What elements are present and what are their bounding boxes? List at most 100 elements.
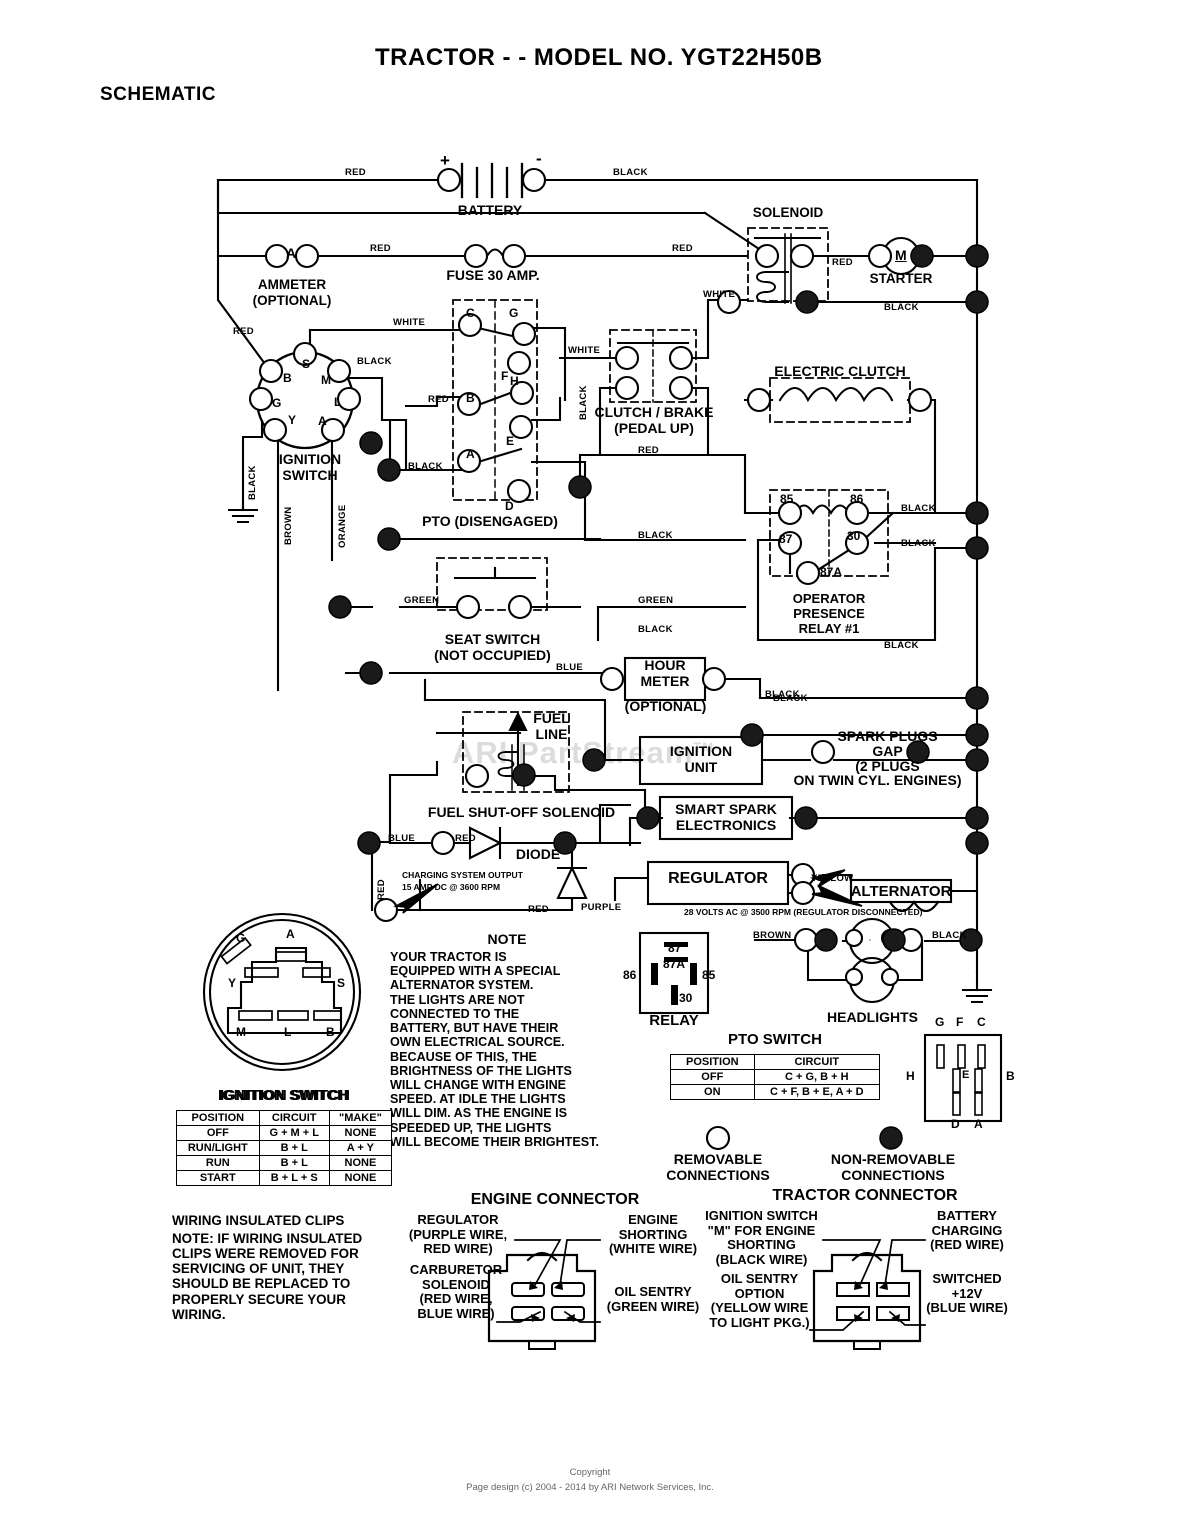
cell-make: NONE [328, 1170, 393, 1186]
hour-meter-optional: (OPTIONAL) [624, 698, 707, 714]
battery-minus-label: - [536, 149, 542, 168]
table-row: ON C + F, B + E, A + D [670, 1084, 881, 1100]
tractor-conn-bl-label: OIL SENTRY OPTION (YELLOW WIRE TO LIGHT … [709, 1271, 810, 1331]
col-circuit: CIRCUIT [753, 1054, 881, 1070]
wire-label-red-battery: RED [345, 167, 366, 178]
seat-switch-label: SEAT SWITCH [444, 631, 541, 647]
wire-label-black-relay1: BLACK [901, 503, 936, 514]
relay-box-pin-30: 30 [679, 991, 693, 1005]
seat-switch-label2: (NOT OCCUPIED) [434, 647, 551, 663]
ignition-unit-label2: UNIT [684, 759, 718, 775]
tractor-conn-tl-label: IGNITION SWITCH "M" FOR ENGINE SHORTING … [705, 1208, 818, 1268]
wire-label-red-fuse: RED [370, 243, 391, 254]
relay-pin-85: 85 [780, 492, 794, 506]
ignition-table-caption: IGNITION SWITCH [220, 1087, 350, 1104]
pto-conn-pin-H: H [906, 1069, 915, 1083]
table-row: START B + L + S NONE [176, 1170, 393, 1186]
cell-position: START [176, 1170, 260, 1186]
note-heading: NOTE [487, 931, 527, 947]
fuel-solenoid-label: FUEL SHUT-OFF SOLENOID [427, 804, 616, 820]
wire-label-blue-diode: BLUE [388, 833, 416, 844]
ignition-switch-label: IGNITION [278, 451, 342, 467]
engine-conn-tr-label: ENGINE SHORTING (WHITE WIRE) [608, 1212, 698, 1257]
hour-meter-label1: HOUR [644, 657, 686, 673]
wire-label-black-relay2: BLACK [901, 538, 936, 549]
wire-label-white-pto: WHITE [393, 317, 426, 328]
wire-label-blue-hour: BLUE [556, 662, 584, 673]
wire-label-brown-head: BROWN [753, 930, 792, 941]
ignition-pin-L: L [334, 395, 342, 409]
relay-pin-30: 30 [847, 529, 861, 543]
table-header-row: POSITION CIRCUIT "MAKE" [176, 1110, 393, 1126]
legend-nonremovable-1: NON-REMOVABLE [830, 1151, 956, 1167]
cell-position: OFF [670, 1069, 755, 1085]
wire-label-red-ignition: RED [233, 326, 254, 337]
wire-label-red-reg: RED [528, 904, 549, 915]
ignition-switch-table: POSITION CIRCUIT "MAKE" OFF G + M + L NO… [176, 1110, 393, 1186]
pto-conn-pin-F: F [956, 1015, 964, 1029]
pto-conn-pin-D: D [951, 1117, 960, 1131]
col-position: POSITION [176, 1110, 260, 1126]
wire-label-green-seat: GREEN [404, 595, 440, 606]
charging-output-label1: CHARGING SYSTEM OUTPUT [402, 870, 523, 880]
relay-box-label: RELAY [649, 1012, 699, 1029]
col-position: POSITION [670, 1054, 755, 1070]
col-make: "MAKE" [328, 1110, 393, 1126]
ign-conn-pin-A: A [286, 927, 295, 941]
ign-conn-pin-Y: Y [228, 976, 237, 990]
tractor-connector-title: TRACTOR CONNECTOR [772, 1187, 958, 1204]
starter-label: STARTER [869, 271, 933, 286]
alternator-label: ALTERNATOR [850, 883, 952, 900]
table-header-row: POSITION CIRCUIT [670, 1054, 881, 1070]
legend-nonremovable-2: CONNECTIONS [841, 1167, 945, 1183]
battery-label: BATTERY [457, 202, 523, 218]
cell-circuit: C + F, B + E, A + D [753, 1084, 881, 1100]
ignition-pin-G: G [272, 396, 282, 410]
ignition-pin-Y: Y [288, 413, 297, 427]
diode-label: DIODE [515, 846, 561, 862]
pto-pin-C: C [466, 306, 475, 320]
wire-label-black-ignition: BLACK [357, 356, 392, 367]
battery-plus-label: + [440, 151, 450, 170]
wire-label-red-solenoid: RED [672, 243, 693, 254]
pto-pin-F: F [501, 369, 509, 383]
legend-removable-2: CONNECTIONS [666, 1167, 770, 1183]
pto-conn-pin-E: E [962, 1069, 970, 1081]
note-body: YOUR TRACTOR IS EQUIPPED WITH A SPECIAL … [390, 950, 599, 1149]
ignition-pin-M: M [321, 373, 331, 387]
engine-conn-tl-label: REGULATOR (PURPLE WIRE, RED WIRE) [408, 1212, 508, 1257]
clips-note-body: NOTE: IF WIRING INSULATED CLIPS WERE REM… [172, 1231, 363, 1322]
pto-conn-pin-G: G [935, 1015, 945, 1029]
ignition-pin-B: B [283, 371, 292, 385]
cell-circuit: G + M + L [258, 1125, 330, 1141]
cell-make: NONE [328, 1155, 393, 1171]
ammeter-label: AMMETER [257, 277, 327, 292]
relay-box-pin-87: 87 [668, 941, 682, 955]
fuel-line-label2: LINE [535, 726, 568, 742]
relay-pin-87: 87 [779, 532, 793, 546]
wire-label-red-starter: RED [832, 257, 853, 268]
pto-pin-E: E [506, 434, 515, 448]
cell-circuit: B + L [258, 1155, 330, 1171]
fuse-label: FUSE 30 AMP. [446, 267, 540, 283]
relay-pin-86: 86 [850, 492, 864, 506]
wire-label-black-head: BLACK [932, 930, 967, 941]
cell-position: RUN [176, 1155, 260, 1171]
cell-circuit: B + L + S [258, 1170, 330, 1186]
pto-pin-B: B [466, 391, 475, 405]
wire-label-green-out: GREEN [638, 595, 674, 606]
wire-label-red-pto: RED [428, 394, 449, 405]
pto-pin-H: H [510, 374, 519, 388]
wire-label-black-solenoid: BLACK [884, 302, 919, 313]
wire-label-purple: PURPLE [581, 902, 622, 913]
ammeter-optional-label: (OPTIONAL) [252, 293, 332, 308]
headlights-label: HEADLIGHTS [827, 1009, 918, 1025]
pto-pin-A: A [466, 447, 475, 461]
cell-circuit: C + G, B + H [753, 1069, 881, 1085]
hour-meter-label2: METER [640, 673, 690, 689]
wire-label-orange: ORANGE [337, 504, 348, 549]
ign-conn-pin-S: S [337, 976, 346, 990]
table-row: RUN B + L NONE [176, 1155, 393, 1171]
cell-circuit: B + L [258, 1140, 330, 1156]
pto-conn-pin-C: C [977, 1015, 986, 1029]
